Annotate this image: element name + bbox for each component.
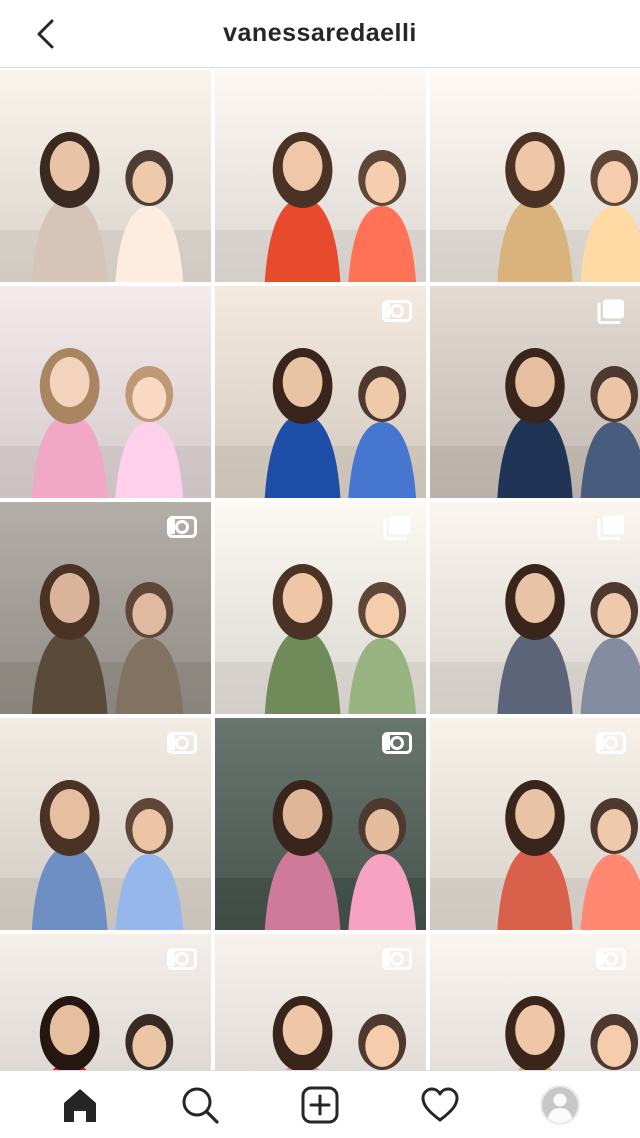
- post-image: [0, 286, 211, 498]
- page-title: vanessaredaelli: [223, 19, 417, 47]
- back-button[interactable]: [26, 14, 66, 54]
- post-thumbnail[interactable]: [430, 286, 640, 498]
- bottom-nav: [0, 1070, 640, 1138]
- post-thumbnail[interactable]: [430, 934, 640, 1070]
- post-thumbnail[interactable]: [215, 286, 426, 498]
- carousel-icon: [597, 515, 624, 540]
- carousel-icon: [383, 515, 410, 540]
- post-grid: [0, 70, 640, 1070]
- nav-new-post-button[interactable]: [292, 1077, 348, 1133]
- post-thumbnail[interactable]: [215, 718, 426, 930]
- post-image: [215, 70, 426, 282]
- video-icon: [596, 948, 626, 970]
- post-thumbnail[interactable]: [215, 502, 426, 714]
- home-icon: [64, 1088, 96, 1122]
- heart-icon: [421, 1087, 459, 1121]
- video-icon: [167, 516, 197, 538]
- post-thumbnail[interactable]: [430, 70, 640, 282]
- post-image: [0, 70, 211, 282]
- chevron-left-icon: [37, 19, 54, 49]
- nav-profile-button[interactable]: [532, 1077, 588, 1133]
- post-thumbnail[interactable]: [430, 502, 640, 714]
- post-thumbnail[interactable]: [0, 70, 211, 282]
- video-icon: [382, 732, 412, 754]
- post-thumbnail[interactable]: [0, 286, 211, 498]
- carousel-icon: [597, 299, 624, 324]
- nav-home-button[interactable]: [52, 1077, 108, 1133]
- app-window: vanessaredaelli: [0, 0, 640, 1138]
- post-thumbnail[interactable]: [215, 934, 426, 1070]
- nav-activity-button[interactable]: [412, 1077, 468, 1133]
- post-image: [430, 70, 640, 282]
- video-icon: [382, 300, 412, 322]
- post-thumbnail[interactable]: [430, 718, 640, 930]
- avatar-icon: [540, 1085, 580, 1124]
- post-thumbnail[interactable]: [215, 70, 426, 282]
- search-icon: [182, 1087, 219, 1124]
- video-icon: [596, 732, 626, 754]
- profile-header: vanessaredaelli: [0, 0, 640, 68]
- nav-search-button[interactable]: [172, 1077, 228, 1133]
- post-thumbnail[interactable]: [0, 934, 211, 1070]
- post-thumbnail[interactable]: [0, 718, 211, 930]
- add-post-icon: [301, 1086, 339, 1123]
- video-icon: [382, 948, 412, 970]
- video-icon: [167, 732, 197, 754]
- post-thumbnail[interactable]: [0, 502, 211, 714]
- video-icon: [167, 948, 197, 970]
